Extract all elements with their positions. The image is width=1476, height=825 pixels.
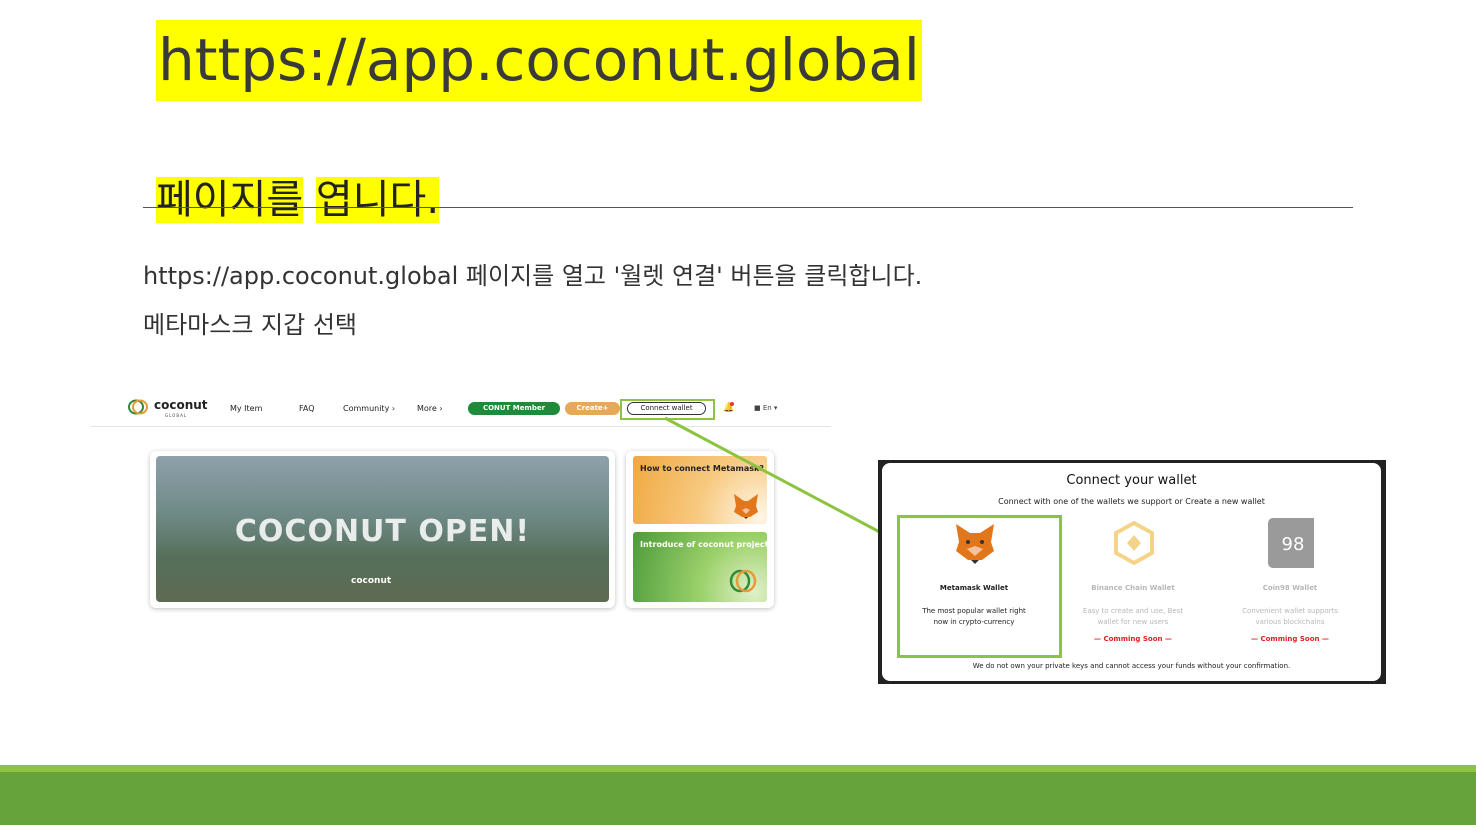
metamask-highlight (897, 515, 1062, 658)
connect-wallet-highlight (620, 399, 715, 420)
heading-part1: 페이지를 (156, 177, 304, 223)
nav-community[interactable]: Community › (343, 404, 395, 413)
language-label: En (762, 404, 772, 412)
binance-icon (1114, 520, 1154, 566)
svg-text:98: 98 (1282, 534, 1305, 555)
wallet-modal-screenshot: Connect your wallet Connect with one of … (878, 460, 1386, 684)
coconut-logo-icon (128, 399, 148, 415)
footer-accent-bar (0, 765, 1476, 772)
logo-subtext: GLOBAL (165, 413, 188, 418)
side-cards: How to connect Metamask? Introduce of co… (626, 451, 774, 608)
coin98-icon: 98 (1268, 518, 1314, 568)
wallet-name: Binance Chain Wallet (1091, 584, 1175, 592)
url-title: https://app.coconut.global (156, 20, 922, 101)
footer-bar (0, 772, 1476, 825)
create-button[interactable]: Create+ (565, 402, 620, 415)
slide-heading: 페이지를 엽니다. (156, 172, 440, 228)
coin98-wallet-option[interactable]: 98 Coin98 Wallet Convenient wallet suppo… (1210, 518, 1370, 653)
wallet-description: Convenient wallet supports various block… (1242, 607, 1338, 626)
flag-icon: ■ (754, 404, 763, 412)
language-select[interactable]: ■ En ▾ (754, 404, 777, 412)
card-title: Introduce of coconut project (640, 540, 769, 549)
hero-card[interactable]: COCONUT OPEN! coconut (150, 451, 615, 608)
nav-faq[interactable]: FAQ (299, 404, 315, 413)
coming-soon-label: — Comming Soon — (1251, 635, 1329, 643)
modal-footer: We do not own your private keys and cann… (972, 662, 1291, 670)
coconut-logo-icon (729, 569, 757, 593)
instruction-text: https://app.coconut.global 페이지를 열고 '월렛 연… (143, 262, 923, 290)
card-metamask-guide[interactable]: How to connect Metamask? (633, 456, 767, 524)
connect-wallet-modal: Connect your wallet Connect with one of … (882, 463, 1381, 681)
notification-dot (730, 402, 734, 406)
wallet-description: Easy to create and use, Best wallet for … (1082, 607, 1184, 626)
logo-text[interactable]: coconut (154, 398, 208, 412)
card-title: How to connect Metamask? (640, 464, 764, 473)
nav-my-item[interactable]: My Item (230, 404, 262, 413)
nav-more[interactable]: More › (417, 404, 443, 413)
instruction-text-2: 메타마스크 지갑 선택 (143, 311, 357, 339)
modal-subtitle: Connect with one of the wallets we suppo… (998, 497, 1265, 506)
binance-wallet-option[interactable]: Binance Chain Wallet Easy to create and … (1053, 518, 1213, 653)
hero-banner[interactable]: COCONUT OPEN! coconut (156, 456, 609, 602)
wallet-name: Coin98 Wallet (1262, 584, 1318, 592)
conut-member-button[interactable]: CONUT Member (468, 402, 560, 415)
coming-soon-label: — Comming Soon — (1094, 635, 1172, 643)
heading-part2: 엽니다. (315, 177, 440, 223)
site-screenshot: coconut GLOBAL My Item FAQ Community › M… (91, 391, 831, 631)
card-coconut-intro[interactable]: Introduce of coconut project (633, 532, 769, 602)
modal-title: Connect your wallet (1066, 473, 1197, 488)
hero-title: COCONUT OPEN! (234, 514, 531, 549)
metamask-fox-icon (734, 494, 758, 519)
site-header: coconut GLOBAL My Item FAQ Community › M… (91, 391, 831, 427)
hero-logo: coconut (351, 576, 392, 586)
heading-divider (143, 207, 1353, 208)
